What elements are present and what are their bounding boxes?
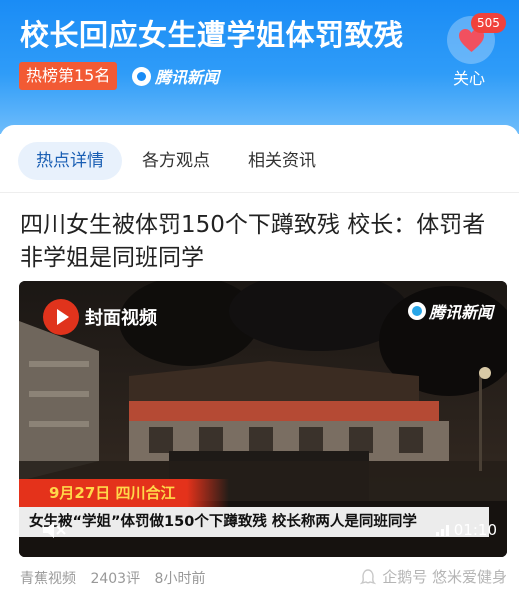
article-source[interactable]: 青蕉视频: [20, 571, 76, 587]
publish-time: 8小时前: [154, 571, 206, 587]
comment-count[interactable]: 2403评: [90, 571, 140, 587]
tab-divider: [0, 192, 519, 193]
signal-icon: [435, 525, 449, 536]
hot-rank-badge[interactable]: 热榜第15名: [19, 62, 118, 90]
like-count-badge: 505: [471, 13, 506, 33]
video-duration: 01:10: [435, 521, 497, 539]
source-name: 腾讯新闻: [155, 68, 220, 87]
penguin-account-icon: [360, 568, 377, 584]
source-logo: 腾讯新闻: [132, 64, 219, 88]
video-watermark: 腾讯新闻: [407, 299, 493, 323]
hot-topic-header: 校长回应女生遭学姐体罚致残 热榜第15名 腾讯新闻 505 关心: [0, 0, 519, 134]
like-label: 关心: [453, 69, 486, 88]
watermark-text: 腾讯新闻: [428, 303, 493, 322]
tab-bar: 热点详情 各方观点 相关资讯: [18, 142, 334, 180]
mute-icon[interactable]: [41, 519, 67, 541]
content-sheet: 热点详情 各方观点 相关资讯 四川女生被体罚150个下蹲致残 校长：体罚者非学姐…: [0, 125, 519, 590]
like-button[interactable]: 505: [447, 13, 506, 64]
channel-logo: 封面视频: [43, 299, 157, 335]
tab-viewpoints[interactable]: 各方观点: [124, 142, 228, 180]
tencent-news-logo-icon: [407, 302, 426, 320]
tab-hot-details[interactable]: 热点详情: [18, 142, 122, 180]
attribution-text: 企鹅号 悠米爱健身: [382, 568, 507, 586]
play-logo-icon: [43, 299, 79, 335]
article-headline[interactable]: 四川女生被体罚150个下蹲致残 校长：体罚者非学姐是同班同学: [20, 209, 500, 275]
article-meta: 青蕉视频 2403评 8小时前: [20, 568, 205, 588]
video-player[interactable]: 封面视频 腾讯新闻 9月27日 四川合江 女生被“学姐”体罚做150个下蹲致残 …: [19, 281, 507, 557]
page-title: 校长回应女生遭学姐体罚致残: [20, 18, 404, 52]
tab-related-news[interactable]: 相关资讯: [230, 142, 334, 180]
video-date-location: 9月27日 四川合江: [19, 479, 229, 507]
video-caption: 女生被“学姐”体罚做150个下蹲致残 校长称两人是同班同学: [19, 507, 489, 537]
tencent-news-logo-icon: [132, 66, 151, 86]
duration-text: 01:10: [453, 521, 497, 539]
author-attribution: 企鹅号 悠米爱健身: [360, 566, 507, 587]
channel-logo-text: 封面视频: [85, 308, 157, 329]
